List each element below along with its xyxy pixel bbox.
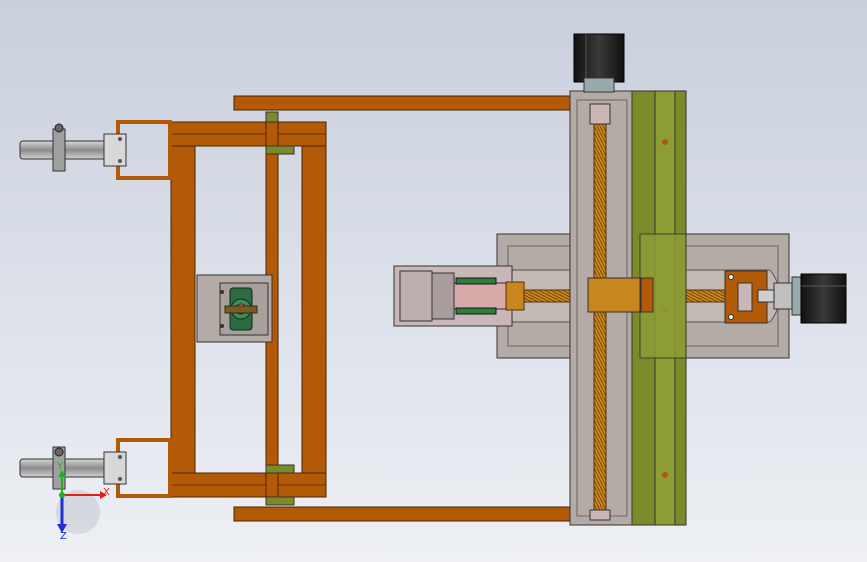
x-axis-label: X: [103, 487, 110, 498]
frame-outer-left-post: [170, 121, 196, 498]
y-stepper-motor[interactable]: [573, 33, 625, 93]
caster-wheel-bottom[interactable]: [19, 438, 172, 498]
pillow-block-bearing[interactable]: [224, 287, 258, 331]
top-side-rail: [233, 95, 577, 111]
y-axis-gantry[interactable]: [569, 90, 687, 526]
bottom-side-rail: [233, 506, 577, 522]
frame-outer-right-post: [301, 121, 327, 498]
x-stepper-motor[interactable]: [791, 273, 847, 324]
caster-wheel-top[interactable]: [19, 120, 172, 180]
y-screw-nut-block: [587, 277, 641, 313]
machine-assembly-top-view[interactable]: [0, 0, 867, 562]
y-lead-screw: [593, 123, 607, 515]
z-axis-label: Z: [60, 531, 67, 542]
cad-graphics-viewport[interactable]: X Y Z: [0, 0, 867, 562]
y-axis-label: Y: [57, 461, 64, 472]
